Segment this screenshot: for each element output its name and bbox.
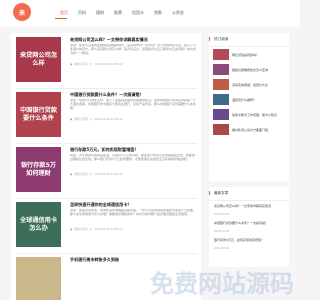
hot-item[interactable]: 福州私宅公房方方面面门槛 (209, 122, 289, 137)
hot-item-title[interactable]: 福建社保缴费档次怎么查询 (232, 68, 286, 72)
latest-item-title[interactable]: 银行存款5万元，如何实现财富增值？ (214, 238, 284, 246)
post-thumbnail[interactable]: 来贷网公司怎么样 (16, 37, 61, 82)
post-author: 理财小百科 (74, 117, 88, 121)
divider (16, 198, 197, 199)
hot-item[interactable]: 温和有什么推荐？ (209, 92, 289, 107)
hot-item-thumbnail[interactable] (213, 124, 229, 135)
latest-item-title[interactable]: 来贷网公司怎么样？一文带你详解真实情况 (214, 204, 284, 212)
latest-articles-heading: 最新文章 (209, 187, 289, 201)
user-icon: ● (70, 117, 73, 121)
post-title[interactable]: 中国银行贷款要什么条件？一次搞清楚！ (70, 92, 197, 97)
nav-item-gupiao[interactable]: 股票 (109, 9, 127, 17)
post-author: 理财小百科 (74, 227, 88, 231)
post-date: 2024-03-09 01:56:22 (94, 227, 123, 231)
hot-item-title[interactable]: 信用卡刷卡工作原理：刷卡小知识 (232, 113, 286, 117)
post-date: 2024-03-09 01:56:22 (94, 62, 123, 66)
hot-item-title[interactable]: 温和有什么推荐？ (232, 98, 286, 102)
post-excerpt: 导读：随着出境旅游、留学和海外购物越来越普遍，一张可以全球通用的信用卡变得十分必… (70, 209, 197, 216)
nav-item-licai[interactable]: 理财 (91, 9, 109, 17)
post-list: 来贷网公司怎么样 来贷网公司怎么样？一文带你详解真实情况 导读：在当今互联网金融… (11, 33, 201, 300)
post-date: 2024-03-09 01:56:22 (94, 172, 123, 176)
latest-item-title[interactable]: 中国银行贷款要什么条件？一次搞清楚！ (214, 221, 284, 229)
site-logo[interactable]: 来 (13, 3, 31, 21)
post-thumbnail[interactable] (16, 257, 61, 300)
post-title[interactable]: 银行存款5万元，如何实现财富增值？ (70, 147, 197, 152)
divider (16, 88, 197, 89)
nav-active-indicator (55, 18, 67, 19)
latest-item[interactable]: 来贷网公司怎么样？一文带你详解真实情况 2024-03-09 (209, 201, 289, 218)
post-card[interactable]: 全球通信用卡怎么办 怎样快速开通你的全球通信用卡？ 导读：随着出境旅游、留学和海… (16, 202, 197, 254)
post-card[interactable]: 中国银行贷款要什么条件 中国银行贷款要什么条件？一次搞清楚！ 导读：在我们日常生… (16, 92, 197, 144)
hot-reading-panel: 热门阅读 网红贷钱是真的吗？ 福建社保缴费档次怎么查询 深圳实体保健：最低价大全… (209, 33, 289, 181)
post-meta: ● 理财小百科 ◷ 2024-03-09 01:56:22 (70, 227, 197, 231)
hot-reading-heading: 热门阅读 (209, 33, 289, 47)
latest-item-date: 2024-03-09 (214, 247, 230, 250)
post-author: 理财小百科 (74, 62, 88, 66)
hot-item[interactable]: 网红贷钱是真的吗？ (209, 47, 289, 62)
post-excerpt: 导读：在当今互联网金融快速发展的时代，来贷网作为一家曾经广为人知的网贷平台，吸引… (70, 44, 197, 55)
clock-icon: ◷ (89, 227, 93, 231)
hot-item-title[interactable]: 福州私宅公房方方面面门槛 (232, 128, 286, 132)
hot-item-thumbnail[interactable] (213, 49, 229, 60)
hot-item-title[interactable]: 网红贷钱是真的吗？ (232, 53, 286, 57)
divider (16, 253, 197, 254)
user-icon: ● (70, 227, 73, 231)
post-thumbnail[interactable]: 银行存款5万如何理财 (16, 147, 61, 192)
post-author: 理财小百科 (74, 172, 88, 176)
latest-item-date: 2024-03-09 (214, 213, 230, 216)
nav-item-xinyongka[interactable]: 信用卡 (127, 9, 149, 17)
nav-item-baike[interactable]: 百科 (73, 9, 91, 17)
hot-item[interactable]: 信用卡刷卡工作原理：刷卡小知识 (209, 107, 289, 122)
nav-item-gongjijin[interactable]: 公积金 (167, 9, 189, 17)
post-meta: ● 理财小百科 ◷ 2024-03-09 01:56:22 (70, 172, 197, 176)
hot-item-title[interactable]: 深圳实体保健：最低价大全 (232, 83, 286, 87)
latest-item-date: 2024-03-09 (214, 230, 230, 233)
post-title[interactable]: 手机银行周末转账多久到账 (70, 257, 197, 262)
post-thumbnail[interactable]: 全球通信用卡怎么办 (16, 202, 61, 247)
main-nav: 首页 百科 理财 股票 信用卡 贷款 公积金 (55, 9, 189, 17)
latest-articles-panel: 最新文章 来贷网公司怎么样？一文带你详解真实情况 2024-03-09 中国银行… (209, 187, 289, 267)
nav-item-daikuan[interactable]: 贷款 (149, 9, 167, 17)
post-meta: ● 理财小百科 ◷ 2024-03-09 01:56:22 (70, 117, 197, 121)
post-excerpt: 导读：对于很多普通家庭来说，手里有5万元的闲钱，放在银行吃利息总觉得收益太低，想… (70, 154, 195, 161)
post-excerpt: 导读：在我们日常生活中，免不了会遇到资金周转困难的情况，这时候向银行申请贷款就是… (70, 99, 197, 110)
post-date: 2024-03-09 01:56:22 (94, 117, 123, 121)
hot-item-thumbnail[interactable] (213, 109, 229, 120)
latest-item[interactable]: 银行存款5万元，如何实现财富增值？ 2024-03-09 (209, 235, 289, 252)
hot-item-thumbnail[interactable] (213, 94, 229, 105)
post-title[interactable]: 来贷网公司怎么样？一文带你详解真实情况 (70, 37, 197, 42)
latest-item[interactable]: 中国银行贷款要什么条件？一次搞清楚！ 2024-03-09 (209, 218, 289, 235)
post-title[interactable]: 怎样快速开通你的全球通信用卡？ (70, 202, 197, 207)
user-icon: ● (70, 172, 73, 176)
post-card[interactable]: 银行存款5万如何理财 银行存款5万元，如何实现财富增值？ 导读：对于很多普通家庭… (16, 147, 197, 199)
clock-icon: ◷ (89, 117, 93, 121)
post-card[interactable]: 来贷网公司怎么样 来贷网公司怎么样？一文带你详解真实情况 导读：在当今互联网金融… (16, 37, 197, 89)
clock-icon: ◷ (89, 62, 93, 66)
clock-icon: ◷ (89, 172, 93, 176)
nav-item-home[interactable]: 首页 (55, 9, 73, 17)
hot-item[interactable]: 深圳实体保健：最低价大全 (209, 77, 289, 92)
top-bar: 来 首页 百科 理财 股票 信用卡 贷款 公积金 (0, 0, 300, 27)
hot-item-thumbnail[interactable] (213, 79, 229, 90)
hot-item[interactable]: 福建社保缴费档次怎么查询 (209, 62, 289, 77)
post-thumbnail[interactable]: 中国银行贷款要什么条件 (16, 92, 61, 137)
watermark: 免费网站源码 (150, 270, 294, 298)
hot-item-thumbnail[interactable] (213, 64, 229, 75)
user-icon: ● (70, 62, 73, 66)
divider (16, 143, 197, 144)
post-meta: ● 理财小百科 ◷ 2024-03-09 01:56:22 (70, 62, 197, 66)
